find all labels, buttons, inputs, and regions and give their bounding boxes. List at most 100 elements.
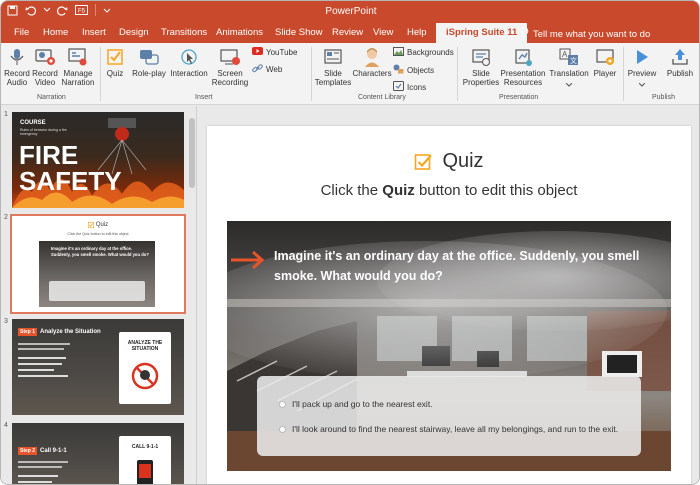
- translation-icon: A文: [557, 46, 581, 68]
- interaction-label: Interaction: [170, 69, 208, 78]
- thumb1-title-line1: FIRE: [19, 140, 79, 170]
- scrollbar-thumb[interactable]: [189, 118, 195, 188]
- tell-me-search[interactable]: Tell me what you want to do: [520, 27, 650, 41]
- upload-icon: [668, 46, 692, 68]
- manage-narration-button[interactable]: Manage Narration: [60, 46, 96, 87]
- slide-templates-icon: [321, 46, 345, 68]
- player-label: Player: [593, 69, 617, 78]
- answer-text-1: I'll pack up and go to the nearest exit.: [292, 399, 433, 409]
- group-label-insert: Insert: [195, 94, 213, 101]
- group-label-content-library: Content Library: [358, 94, 406, 101]
- publish-label: Publish: [666, 69, 694, 78]
- narration-icon: [66, 46, 90, 68]
- tab-slide-show[interactable]: Slide Show: [275, 27, 323, 38]
- objects-label: Objects: [407, 65, 435, 75]
- tab-view[interactable]: View: [373, 27, 393, 38]
- publish-button[interactable]: Publish: [663, 46, 697, 78]
- youtube-button[interactable]: YouTube: [252, 47, 297, 57]
- presentation-resources-button[interactable]: Presentation Resources: [500, 46, 546, 87]
- screen-recording-button[interactable]: Screen Recording: [211, 46, 249, 87]
- answer-option-1[interactable]: I'll pack up and go to the nearest exit.: [279, 399, 433, 409]
- ribbon-tabs: File Home Insert Design Transitions Anim…: [1, 23, 699, 43]
- quiz-title-row: Quiz: [207, 150, 691, 173]
- player-button[interactable]: Player: [591, 46, 619, 78]
- slide-thumbnail-4[interactable]: Step 2 Call 9-1-1 CALL 9-1-1: [12, 423, 184, 484]
- slide-properties-label: Slide Properties: [462, 69, 500, 87]
- record-audio-button[interactable]: Record Audio: [3, 46, 31, 87]
- svg-text:文: 文: [570, 56, 577, 65]
- link-icon: [252, 64, 263, 75]
- slide-number: 4: [4, 422, 8, 429]
- answer-option-2[interactable]: I'll look around to find the nearest sta…: [279, 424, 618, 434]
- radio-button[interactable]: [279, 425, 286, 433]
- role-play-button[interactable]: Role-play: [131, 46, 167, 78]
- group-label-narration: Narration: [37, 94, 66, 101]
- slide-thumbnail-2[interactable]: Quiz Click the Quiz button to edit this …: [10, 214, 186, 314]
- tab-transitions[interactable]: Transitions: [161, 27, 207, 38]
- thumb2-sub: Click the Quiz button to edit this objec…: [67, 232, 129, 236]
- tab-ispring-suite[interactable]: iSpring Suite 11: [436, 23, 528, 43]
- slide-templates-label: Slide Templates: [314, 69, 352, 87]
- record-video-button[interactable]: Record Video: [31, 46, 59, 87]
- radio-button[interactable]: [279, 400, 286, 408]
- tell-me-text: Tell me what you want to do: [533, 28, 651, 40]
- thumb1-sub: Rules of behavior during a fire emergenc…: [20, 128, 67, 136]
- thumb2-answers: [49, 281, 145, 301]
- thumb4-step: Step 2: [18, 447, 38, 455]
- backgrounds-button[interactable]: Backgrounds: [393, 47, 454, 58]
- ribbon: Record Audio Record Video Manage Narrati…: [1, 43, 699, 105]
- chevron-down-icon: [548, 80, 590, 89]
- quiz-button[interactable]: Quiz: [103, 46, 127, 78]
- tab-file[interactable]: File: [14, 27, 29, 38]
- group-label-presentation: Presentation: [499, 94, 539, 101]
- slide-templates-button[interactable]: Slide Templates: [314, 46, 352, 87]
- interaction-icon: [177, 46, 201, 68]
- slide-properties-button[interactable]: Slide Properties: [461, 46, 501, 87]
- preview-button[interactable]: Preview: [627, 46, 657, 89]
- web-label: Web: [266, 65, 283, 74]
- web-button[interactable]: Web: [252, 64, 282, 75]
- tab-animations[interactable]: Animations: [216, 27, 263, 38]
- thumbnails-scrollbar[interactable]: [189, 108, 195, 484]
- youtube-icon: [252, 47, 263, 57]
- slide-thumbnail-1[interactable]: COURSE Rules of behavior during a fire e…: [12, 112, 184, 208]
- quiz-question: Imagine it's an ordinary day at the offi…: [274, 249, 640, 283]
- tab-review[interactable]: Review: [332, 27, 363, 38]
- current-slide[interactable]: Quiz Click the Quiz button to edit this …: [207, 126, 691, 484]
- tab-insert[interactable]: Insert: [82, 27, 106, 38]
- group-separator: [311, 47, 312, 101]
- interaction-button[interactable]: Interaction: [169, 46, 209, 78]
- slide-properties-icon: [469, 46, 493, 68]
- resources-icon: [511, 46, 535, 68]
- thumb2-title-row: Quiz: [12, 222, 184, 228]
- icons-button[interactable]: Icons: [393, 81, 426, 93]
- characters-label: Characters: [352, 69, 392, 78]
- characters-button[interactable]: Characters: [352, 46, 392, 78]
- translation-button[interactable]: A文 Translation: [548, 46, 590, 89]
- role-play-label: Role-play: [132, 69, 166, 78]
- thumb4-card: CALL 9-1-1: [119, 436, 171, 484]
- slide-thumbnail-3[interactable]: Step 1 Analyze the Situation ANALYZE THE…: [12, 319, 184, 415]
- app-title: PowerPoint: [325, 6, 377, 17]
- checkbox-icon: [87, 222, 94, 228]
- screen-record-icon: [218, 46, 242, 68]
- instruction-prefix: Click the: [320, 182, 383, 199]
- quiz-label: Quiz: [106, 69, 124, 78]
- group-separator: [100, 47, 101, 101]
- tab-help[interactable]: Help: [407, 27, 427, 38]
- tab-home[interactable]: Home: [43, 27, 68, 38]
- quiz-photo-object[interactable]: Imagine it's an ordinary day at the offi…: [227, 221, 671, 471]
- microphone-icon: [5, 46, 29, 68]
- arrow-right-icon: [231, 250, 265, 270]
- quiz-icon: [103, 46, 127, 68]
- image-icon: [393, 47, 404, 58]
- screen-recording-label: Screen Recording: [211, 69, 249, 87]
- group-separator: [623, 47, 624, 101]
- group-label-publish: Publish: [652, 94, 675, 101]
- objects-button[interactable]: Objects: [393, 64, 434, 76]
- lightbulb-icon: [520, 27, 529, 41]
- thumb3-card-title: ANALYZE THE SITUATION: [127, 340, 163, 352]
- answers-panel: I'll pack up and go to the nearest exit.…: [257, 376, 641, 456]
- instruction-bold: Quiz: [382, 182, 415, 199]
- tab-design[interactable]: Design: [119, 27, 149, 38]
